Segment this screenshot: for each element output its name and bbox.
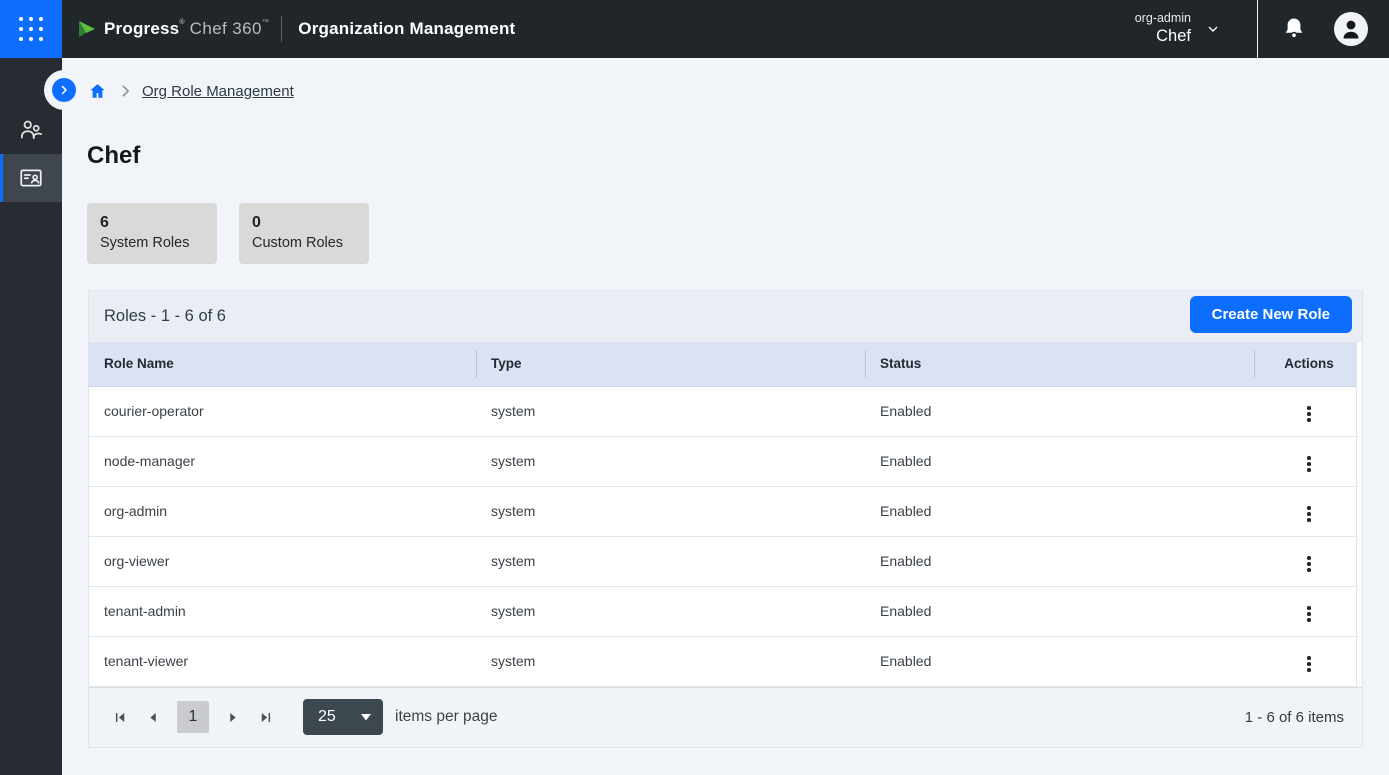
role-type-cell: system (476, 586, 865, 636)
roles-panel-header: Roles - 1 - 6 of 6 Create New Role (89, 291, 1362, 342)
page-size-value: 25 (318, 708, 336, 726)
pagination-bar: 1 25 items per page 1 - 6 of 6 items (89, 687, 1362, 748)
roles-panel-title: Roles - 1 - 6 of 6 (104, 307, 226, 326)
custom-roles-card: 0 Custom Roles (239, 203, 369, 264)
page-title: Chef (87, 142, 140, 170)
main-content: Org Role Management Chef 6 System Roles … (62, 58, 1389, 775)
roles-panel: Roles - 1 - 6 of 6 Create New Role Role … (88, 290, 1363, 748)
sidebar-item-roles[interactable] (0, 154, 62, 202)
role-type-cell: system (476, 386, 865, 436)
app-launcher-button[interactable] (0, 0, 62, 58)
role-card-icon (18, 165, 44, 191)
chevron-down-icon (1205, 21, 1221, 37)
role-status-cell: Enabled (865, 586, 1254, 636)
app-title: Organization Management (298, 19, 515, 39)
role-name-cell: node-manager (89, 436, 476, 486)
row-actions-kebab-icon[interactable] (1299, 652, 1319, 676)
caret-down-icon (361, 714, 371, 721)
notifications-bell-icon[interactable] (1282, 16, 1306, 42)
role-name-cell: org-viewer (89, 536, 476, 586)
table-header-row: Role Name Type Status Actions (89, 342, 1356, 386)
row-actions-kebab-icon[interactable] (1299, 402, 1319, 426)
row-actions-kebab-icon[interactable] (1299, 602, 1319, 626)
column-header-type[interactable]: Type (476, 342, 865, 386)
row-actions-kebab-icon[interactable] (1299, 502, 1319, 526)
table-row: org-admin system Enabled (89, 486, 1356, 536)
role-name-cell: courier-operator (89, 386, 476, 436)
brand-logo: Progress® Chef 360™ (76, 18, 269, 40)
role-status-cell: Enabled (865, 636, 1254, 686)
header-divider (281, 16, 282, 42)
page-size-dropdown[interactable]: 25 (303, 699, 383, 735)
sidebar (0, 58, 62, 775)
items-per-page-label: items per page (395, 708, 498, 726)
table-row: tenant-admin system Enabled (89, 586, 1356, 636)
stat-cards: 6 System Roles 0 Custom Roles (87, 203, 369, 264)
first-page-button[interactable] (104, 705, 137, 730)
table-row: org-viewer system Enabled (89, 536, 1356, 586)
custom-roles-label: Custom Roles (252, 233, 356, 253)
role-status-cell: Enabled (865, 436, 1254, 486)
header-divider (1257, 0, 1258, 58)
role-type-cell: system (476, 636, 865, 686)
app-header: Progress® Chef 360™ Organization Managem… (0, 0, 1389, 58)
next-page-button[interactable] (218, 705, 249, 730)
row-actions-kebab-icon[interactable] (1299, 452, 1319, 476)
previous-page-button[interactable] (137, 705, 168, 730)
role-name-cell: tenant-viewer (89, 636, 476, 686)
role-status-cell: Enabled (865, 536, 1254, 586)
user-avatar[interactable] (1333, 11, 1369, 47)
page-range-summary: 1 - 6 of 6 items (1245, 709, 1344, 726)
system-roles-card: 6 System Roles (87, 203, 217, 264)
page-number-button[interactable]: 1 (177, 701, 209, 733)
chevron-right-icon (58, 84, 70, 96)
last-page-button[interactable] (249, 705, 282, 730)
progress-logo-icon (76, 18, 98, 40)
row-actions-kebab-icon[interactable] (1299, 552, 1319, 576)
system-roles-count: 6 (100, 212, 204, 233)
create-new-role-button[interactable]: Create New Role (1190, 296, 1352, 333)
role-status-cell: Enabled (865, 486, 1254, 536)
roles-grid: Role Name Type Status Actions courier-op… (89, 342, 1362, 687)
user-role-label: org-admin (1135, 11, 1191, 26)
brand-product: Chef 360™ (190, 19, 270, 39)
role-type-cell: system (476, 436, 865, 486)
column-header-actions: Actions (1254, 342, 1356, 386)
pager: 1 (104, 701, 282, 733)
product-trademark: ™ (262, 19, 269, 26)
role-type-cell: system (476, 536, 865, 586)
sidebar-expand-button[interactable] (52, 78, 76, 102)
breadcrumb-separator-icon (121, 84, 130, 98)
table-row: tenant-viewer system Enabled (89, 636, 1356, 686)
table-row: courier-operator system Enabled (89, 386, 1356, 436)
role-status-cell: Enabled (865, 386, 1254, 436)
roles-table: Role Name Type Status Actions courier-op… (89, 342, 1356, 687)
custom-roles-count: 0 (252, 212, 356, 233)
column-header-status[interactable]: Status (865, 342, 1254, 386)
waffle-grid-icon (19, 17, 43, 41)
brand-trademark: ® (179, 19, 184, 26)
org-switcher-menu[interactable]: org-admin Chef (1135, 11, 1221, 47)
breadcrumb-link-org-role-management[interactable]: Org Role Management (142, 83, 294, 100)
sidebar-item-users[interactable] (0, 106, 62, 154)
system-roles-label: System Roles (100, 233, 204, 253)
column-header-role-name[interactable]: Role Name (89, 342, 476, 386)
role-name-cell: tenant-admin (89, 586, 476, 636)
user-org-label: Chef (1135, 26, 1191, 47)
users-icon (18, 117, 44, 143)
breadcrumb: Org Role Management (88, 82, 294, 100)
role-name-cell: org-admin (89, 486, 476, 536)
home-icon[interactable] (88, 82, 107, 100)
brand-name: Progress® (104, 19, 185, 39)
grid-scrollbar-track[interactable] (1356, 342, 1362, 687)
table-row: node-manager system Enabled (89, 436, 1356, 486)
role-type-cell: system (476, 486, 865, 536)
